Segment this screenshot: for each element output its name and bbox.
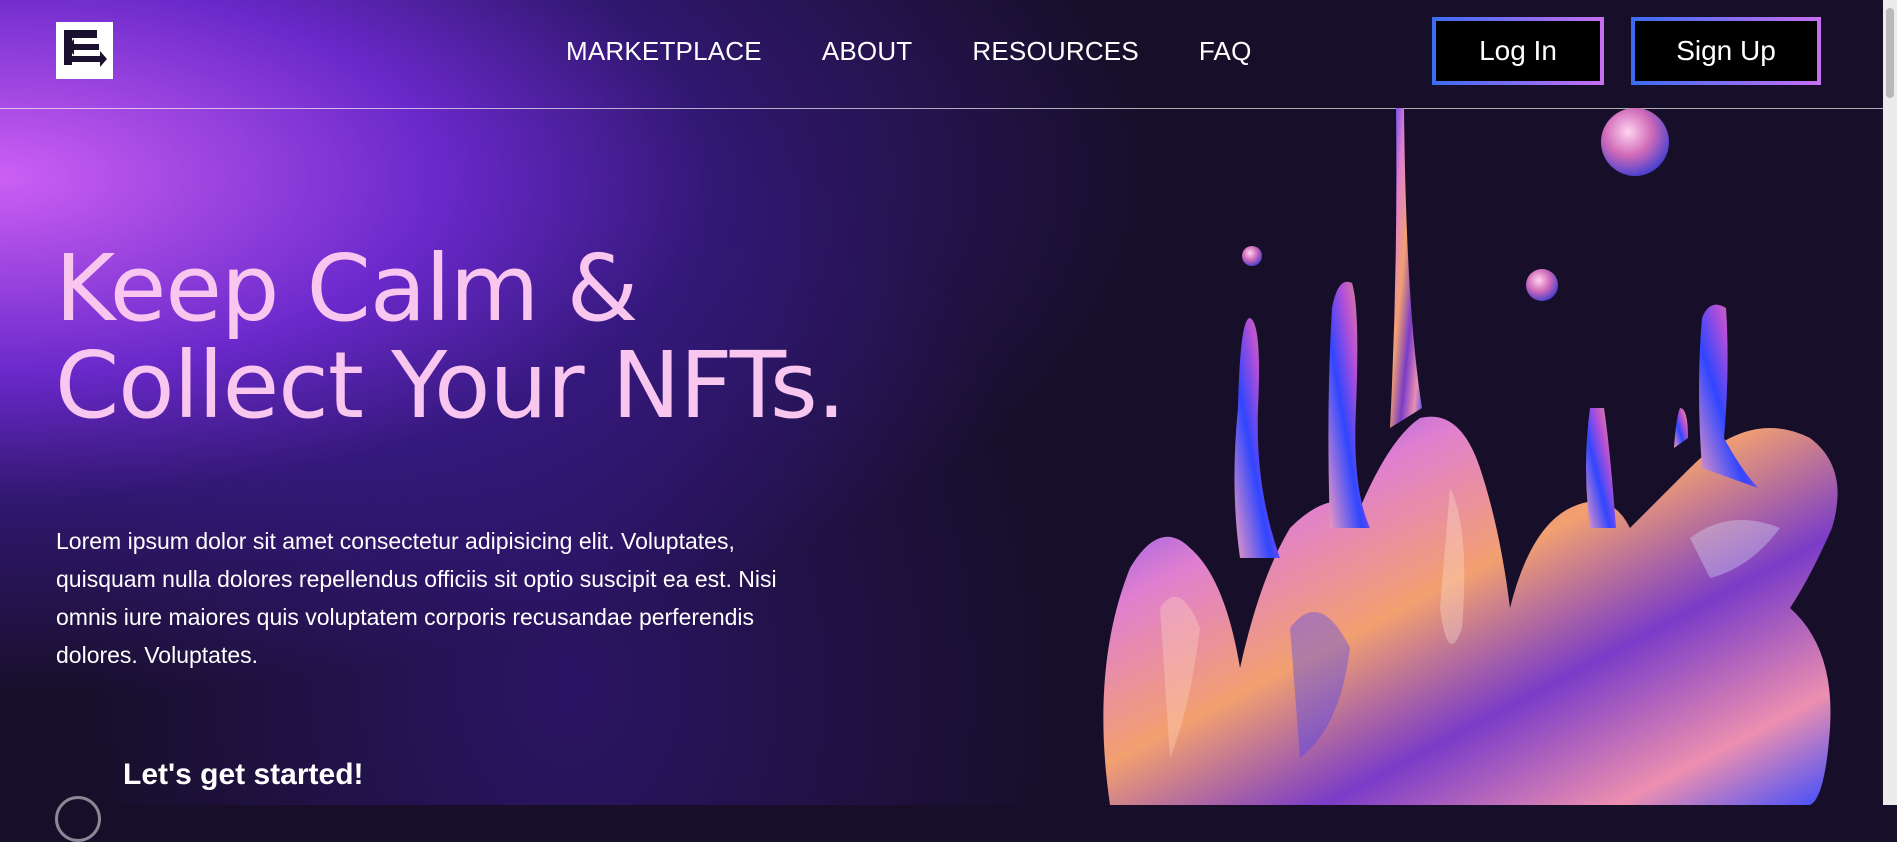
box-arrows-logo-icon[interactable] (56, 22, 113, 79)
get-started-circle-icon[interactable] (55, 796, 101, 842)
hero-title-line2: Collect Your NFTs. (55, 332, 846, 439)
nav-resources[interactable]: RESOURCES (972, 36, 1139, 67)
hero-description: Lorem ipsum dolor sit amet consectetur a… (56, 528, 777, 668)
nav-marketplace[interactable]: MARKETPLACE (566, 36, 762, 67)
scrollbar-thumb[interactable] (1886, 8, 1894, 98)
nav-faq[interactable]: FAQ (1199, 36, 1252, 67)
iridescent-liquid-splash-image (1103, 108, 1838, 805)
nav-about[interactable]: ABOUT (822, 36, 913, 67)
main-nav: MARKETPLACE ABOUT RESOURCES FAQ (566, 36, 1312, 67)
login-button[interactable]: Log In (1432, 17, 1604, 85)
page-scrollbar[interactable] (1883, 0, 1897, 805)
get-started-label: Let's get started! (123, 758, 364, 791)
hero-title-line1: Keep Calm & (55, 235, 638, 342)
hero-title: Keep Calm & Collect Your NFTs. (55, 240, 846, 434)
site-header: MARKETPLACE ABOUT RESOURCES FAQ Log In S… (0, 0, 1883, 109)
signup-button[interactable]: Sign Up (1631, 17, 1821, 85)
